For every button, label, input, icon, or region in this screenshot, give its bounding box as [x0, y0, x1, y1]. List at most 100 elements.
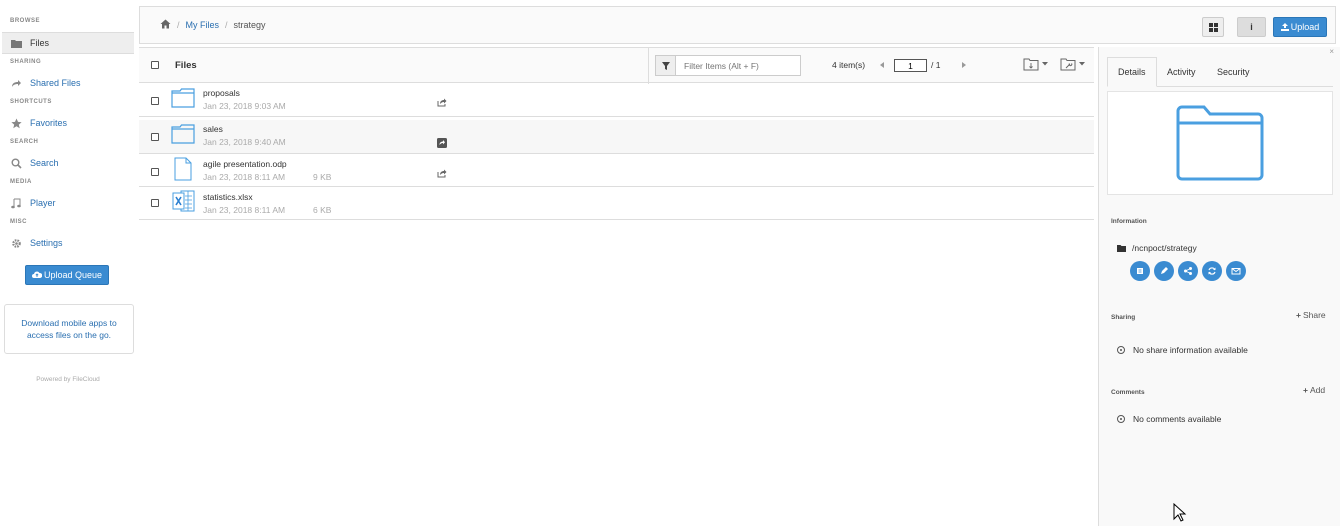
sidebar-item-files[interactable]: Files [2, 32, 134, 54]
info-icon: i [1250, 22, 1253, 32]
breadcrumb: / My Files / strategy [160, 19, 266, 31]
filecloud-app: BROWSE Files SHARING Shared Files SHORTC… [0, 0, 1340, 526]
filter-box [655, 55, 801, 76]
folder-icon [171, 122, 196, 149]
grid-icon [1208, 22, 1218, 32]
share-icon[interactable] [437, 169, 447, 181]
comments-status: No comments available [1117, 414, 1221, 424]
share-status: No share information available [1117, 345, 1248, 355]
bullet-icon [1117, 415, 1125, 423]
folder-icon [1117, 244, 1126, 252]
share-button[interactable] [1178, 261, 1198, 281]
edit-button[interactable] [1154, 261, 1174, 281]
upload-queue-label: Upload Queue [43, 270, 103, 280]
header-divider [648, 48, 649, 84]
sidebar-item-settings[interactable]: Settings [2, 232, 134, 254]
file-row[interactable]: statistics.xlsx Jan 23, 2018 8:11 AM 6 K… [139, 188, 1094, 220]
sidebar-item-label: Player [30, 198, 56, 208]
sidebar-item-player[interactable]: Player [2, 192, 134, 214]
section-sharing: SHARING [10, 59, 42, 65]
comments-status-text: No comments available [1133, 414, 1222, 424]
section-shortcuts: SHORTCUTS [10, 99, 52, 105]
powered-by: Powered by FileCloud [36, 376, 100, 383]
filter-input[interactable] [676, 56, 800, 75]
next-page-arrow[interactable] [962, 62, 966, 68]
sidebar-item-search[interactable]: Search [2, 152, 134, 174]
sidebar: BROWSE Files SHARING Shared Files SHORTC… [0, 0, 136, 526]
row-checkbox[interactable] [151, 97, 159, 105]
upload-label: Upload [1290, 22, 1320, 32]
plus-icon: + [1296, 310, 1301, 320]
top-bar: / My Files / strategy i Upload [139, 6, 1336, 44]
email-button[interactable] [1226, 261, 1246, 281]
upload-button[interactable]: Upload [1273, 17, 1327, 37]
upload-queue-button[interactable]: Upload Queue [25, 265, 109, 285]
breadcrumb-separator: / [177, 20, 180, 30]
sidebar-item-label: Files [30, 38, 50, 48]
prev-page-arrow[interactable] [880, 62, 884, 68]
tab-activity[interactable]: Activity [1157, 57, 1206, 87]
section-browse: BROWSE [10, 18, 40, 24]
add-link-label: Add [1309, 385, 1326, 395]
sidebar-item-shared-files[interactable]: Shared Files [2, 72, 134, 94]
info-button[interactable]: i [1237, 17, 1266, 37]
sidebar-item-label: Favorites [30, 118, 68, 128]
section-media: MEDIA [10, 179, 32, 185]
file-list-title: Files [175, 60, 197, 71]
sort-folder-icon [1023, 58, 1039, 71]
sharing-label: Sharing [1111, 314, 1136, 321]
star-icon [10, 118, 22, 128]
tab-details[interactable]: Details [1107, 57, 1157, 87]
row-checkbox[interactable] [151, 133, 159, 141]
caret-down-icon [1079, 62, 1085, 66]
information-label: Information [1111, 218, 1147, 225]
section-misc: MISC [10, 219, 27, 225]
excel-icon [172, 189, 196, 216]
file-name[interactable]: sales [203, 124, 223, 134]
breadcrumb-my-files[interactable]: My Files [186, 20, 220, 30]
home-icon[interactable] [160, 19, 171, 31]
share-box-icon[interactable] [437, 138, 447, 151]
tab-label: Details [1118, 67, 1146, 77]
sync-button[interactable] [1202, 261, 1222, 281]
file-list-header: Files 4 item(s) / 1 [139, 47, 1094, 84]
sort-menu[interactable] [1023, 57, 1048, 71]
tab-label: Activity [1167, 67, 1196, 77]
file-size: 6 KB [313, 205, 332, 215]
sidebar-item-label: Search [30, 158, 59, 168]
file-row[interactable]: agile presentation.odp Jan 23, 2018 8:11… [139, 155, 1094, 187]
grid-view-button[interactable] [1202, 17, 1224, 37]
add-share-link[interactable]: + Share [1296, 310, 1326, 320]
cloud-upload-icon [31, 271, 42, 278]
add-comment-link[interactable]: + Add [1303, 385, 1325, 395]
folder-actions-menu[interactable] [1060, 57, 1085, 71]
page-input[interactable] [894, 59, 927, 72]
panel-tabs: Details Activity Security [1107, 57, 1333, 87]
file-name[interactable]: statistics.xlsx [203, 192, 253, 202]
sidebar-item-favorites[interactable]: Favorites [2, 112, 134, 134]
tab-security[interactable]: Security [1207, 57, 1260, 87]
row-checkbox[interactable] [151, 199, 159, 207]
mobile-apps-promo[interactable]: Download mobile apps to access files on … [4, 304, 134, 354]
file-name[interactable]: agile presentation.odp [203, 159, 287, 169]
select-all-checkbox[interactable] [151, 61, 159, 69]
rename-button[interactable] [1130, 261, 1150, 281]
close-icon[interactable]: × [1329, 47, 1334, 56]
folder-icon [10, 38, 22, 48]
share-icon[interactable] [437, 98, 447, 110]
file-row[interactable]: sales Jan 23, 2018 9:40 AM [139, 120, 1094, 154]
file-size: 9 KB [313, 172, 332, 182]
sidebar-item-label: Settings [30, 238, 63, 248]
filter-icon[interactable] [656, 56, 676, 75]
share-link-label: Share [1302, 310, 1326, 320]
search-icon [10, 158, 22, 169]
folder-path: /ncnpoct/strategy [1117, 243, 1197, 253]
plus-icon: + [1303, 385, 1308, 395]
file-date: Jan 23, 2018 8:11 AM [203, 205, 286, 215]
file-name[interactable]: proposals [203, 88, 240, 98]
upload-icon [1280, 23, 1289, 31]
row-checkbox[interactable] [151, 168, 159, 176]
file-row[interactable]: proposals Jan 23, 2018 9:03 AM [139, 84, 1094, 117]
document-icon [174, 157, 192, 184]
folder-icon [171, 86, 196, 113]
